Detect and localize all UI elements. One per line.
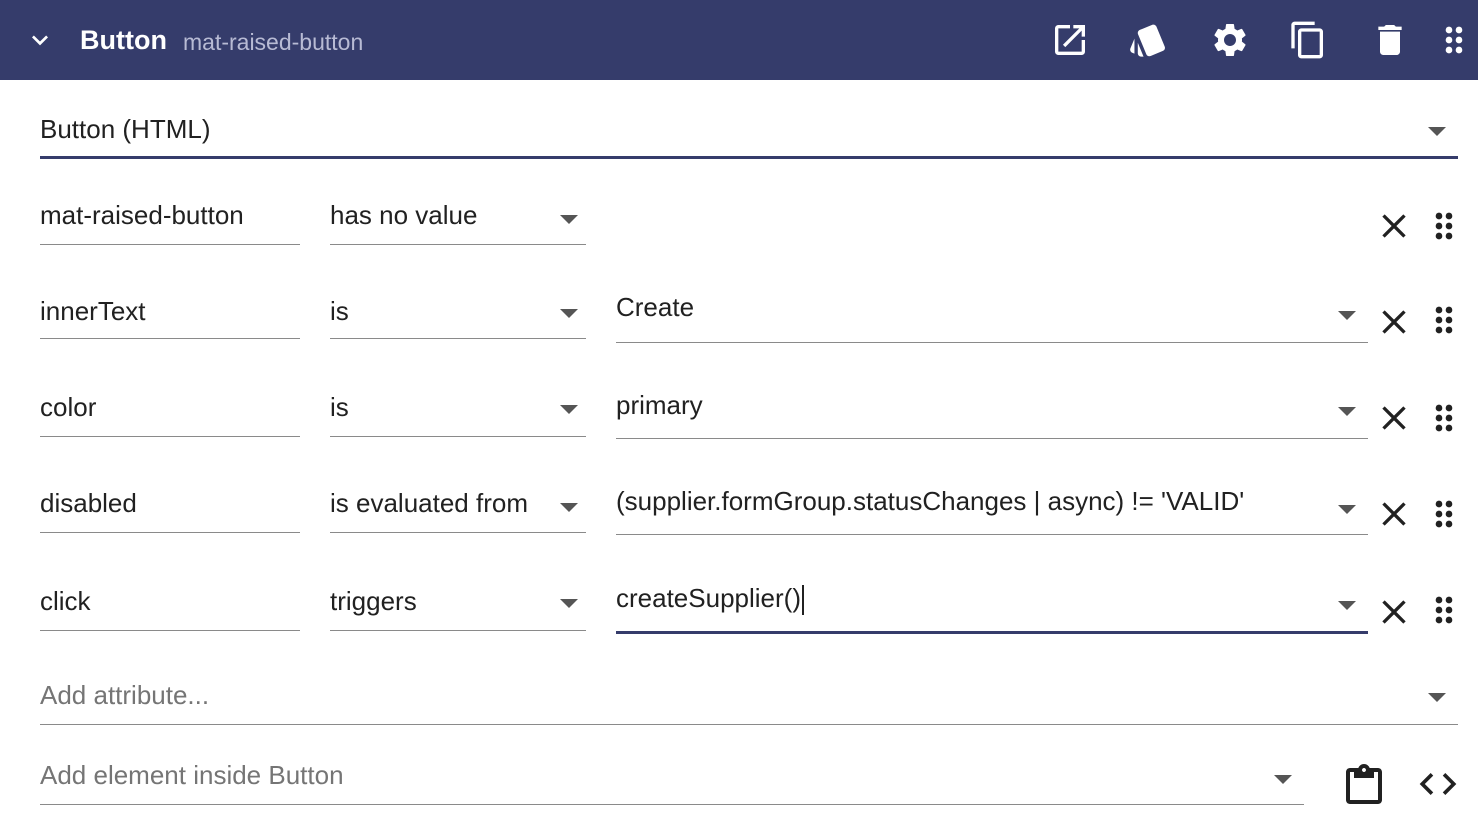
dropdown-arrow-icon	[1428, 693, 1446, 702]
copy-icon[interactable]	[1288, 20, 1328, 60]
attribute-name-field[interactable]: mat-raised-button	[40, 196, 300, 246]
dropdown-arrow-icon	[1338, 407, 1356, 416]
element-type-select[interactable]: Button (HTML)	[40, 110, 1458, 162]
code-view-icon[interactable]	[1414, 762, 1462, 806]
attribute-operator-select[interactable]: has no value	[330, 196, 586, 246]
settings-gear-icon[interactable]	[1210, 20, 1250, 60]
element-header: Button mat-raised-button	[0, 0, 1478, 80]
chevron-down-icon[interactable]	[24, 24, 56, 56]
attribute-name-field[interactable]: color	[40, 388, 300, 438]
attribute-name-field[interactable]: innerText	[40, 292, 300, 342]
attribute-name-field[interactable]: disabled	[40, 484, 300, 534]
text-cursor	[801, 585, 804, 616]
element-type-value: Button (HTML)	[40, 114, 211, 144]
add-attribute-select[interactable]: Add attribute...	[40, 676, 1458, 726]
attribute-value-field[interactable]: primary	[616, 388, 1368, 440]
attribute-value-field[interactable]: createSupplier()	[616, 582, 1368, 636]
drag-handle-icon[interactable]	[1434, 20, 1474, 60]
drag-handle-icon[interactable]	[1424, 494, 1464, 534]
attribute-value-field[interactable]: Create	[616, 290, 1368, 344]
dropdown-arrow-icon	[560, 405, 578, 414]
dropdown-arrow-icon	[560, 309, 578, 318]
dropdown-arrow-icon	[1338, 601, 1356, 610]
attribute-value-field[interactable]: (supplier.formGroup.statusChanges | asyn…	[616, 484, 1368, 536]
drag-handle-icon[interactable]	[1424, 398, 1464, 438]
clipboard-paste-icon[interactable]	[1340, 762, 1388, 810]
drag-handle-icon[interactable]	[1424, 206, 1464, 246]
remove-attribute-icon[interactable]	[1374, 302, 1414, 342]
dropdown-arrow-icon	[560, 215, 578, 224]
style-cards-icon[interactable]	[1128, 20, 1168, 60]
delete-trash-icon[interactable]	[1370, 20, 1410, 60]
attribute-operator-select[interactable]: is	[330, 292, 586, 342]
drag-handle-icon[interactable]	[1424, 300, 1464, 340]
drag-handle-icon[interactable]	[1424, 590, 1464, 630]
attribute-operator-select[interactable]: triggers	[330, 582, 586, 632]
dropdown-arrow-icon	[1338, 311, 1356, 320]
element-subtitle: mat-raised-button	[183, 29, 364, 55]
remove-attribute-icon[interactable]	[1374, 592, 1414, 632]
attribute-operator-select[interactable]: is	[330, 388, 586, 438]
remove-attribute-icon[interactable]	[1374, 494, 1414, 534]
add-element-select[interactable]: Add element inside Button	[40, 756, 1304, 806]
remove-attribute-icon[interactable]	[1374, 398, 1414, 438]
remove-attribute-icon[interactable]	[1374, 206, 1414, 246]
open-in-new-icon[interactable]	[1050, 20, 1090, 60]
attribute-operator-select[interactable]: is evaluated from	[330, 484, 586, 534]
attribute-name-field[interactable]: click	[40, 582, 300, 632]
element-title: Button	[80, 25, 167, 55]
dropdown-arrow-icon	[1428, 127, 1446, 136]
dropdown-arrow-icon	[1274, 775, 1292, 784]
dropdown-arrow-icon	[1338, 505, 1356, 514]
dropdown-arrow-icon	[560, 599, 578, 608]
dropdown-arrow-icon	[560, 503, 578, 512]
